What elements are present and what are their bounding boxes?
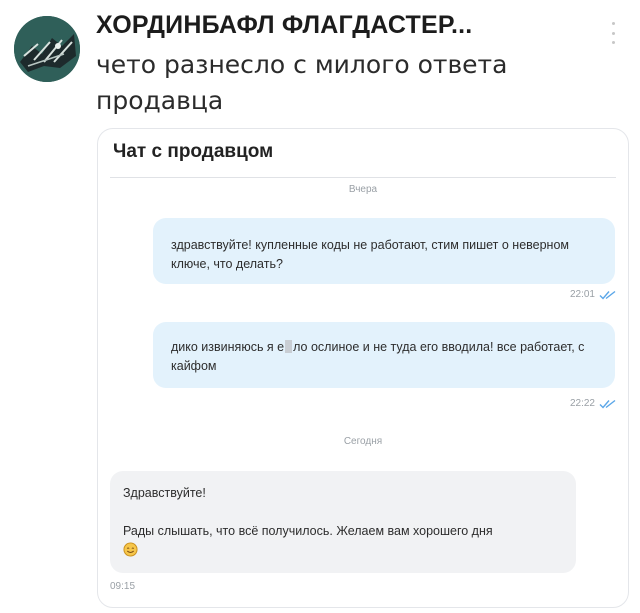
message-meta: 22:01 bbox=[570, 289, 616, 300]
message-bubble-outgoing: здравствуйте! купленные коды не работают… bbox=[153, 218, 615, 284]
message-text-part: дико извиняюсь я е bbox=[171, 340, 285, 354]
message-meta: 22:22 bbox=[570, 398, 616, 409]
censor-mark bbox=[285, 340, 293, 353]
smiling-face-icon bbox=[123, 542, 138, 557]
kebab-menu-icon[interactable] bbox=[606, 22, 620, 44]
message-meta: 09:15 bbox=[110, 581, 135, 592]
double-check-icon bbox=[599, 399, 616, 409]
date-separator-today: Сегодня bbox=[343, 436, 383, 447]
double-check-icon bbox=[599, 290, 616, 300]
date-separator-yesterday: Вчера bbox=[348, 184, 378, 195]
message-text: здравствуйте! купленные коды не работают… bbox=[171, 238, 569, 271]
chat-title: Чат с продавцом bbox=[113, 141, 274, 162]
post-text: чето разнесло с милого ответа продавца bbox=[96, 50, 508, 115]
message-time: 22:01 bbox=[569, 289, 595, 300]
divider bbox=[110, 177, 616, 178]
message-text: Рады слышать, что всё получилось. Желаем… bbox=[123, 524, 493, 538]
message-time: 09:15 bbox=[110, 581, 136, 592]
message-bubble-outgoing: дико извиняюсь я е ло ослиное и не туда е… bbox=[153, 322, 615, 388]
chat-screenshot[interactable]: Чат с продавцом Вчера здравствуйте! купл… bbox=[97, 128, 629, 608]
message-greeting: Здравствуйте! bbox=[123, 486, 206, 500]
message-bubble-incoming: Здравствуйте! Рады слышать, что всё полу… bbox=[110, 471, 576, 573]
message-time: 22:22 bbox=[569, 398, 595, 409]
avatar-photo bbox=[14, 16, 80, 82]
avatar[interactable] bbox=[14, 16, 80, 82]
post-author[interactable]: ХОРДИНБАФЛ ФЛАГДАСТЕР... bbox=[96, 11, 472, 40]
